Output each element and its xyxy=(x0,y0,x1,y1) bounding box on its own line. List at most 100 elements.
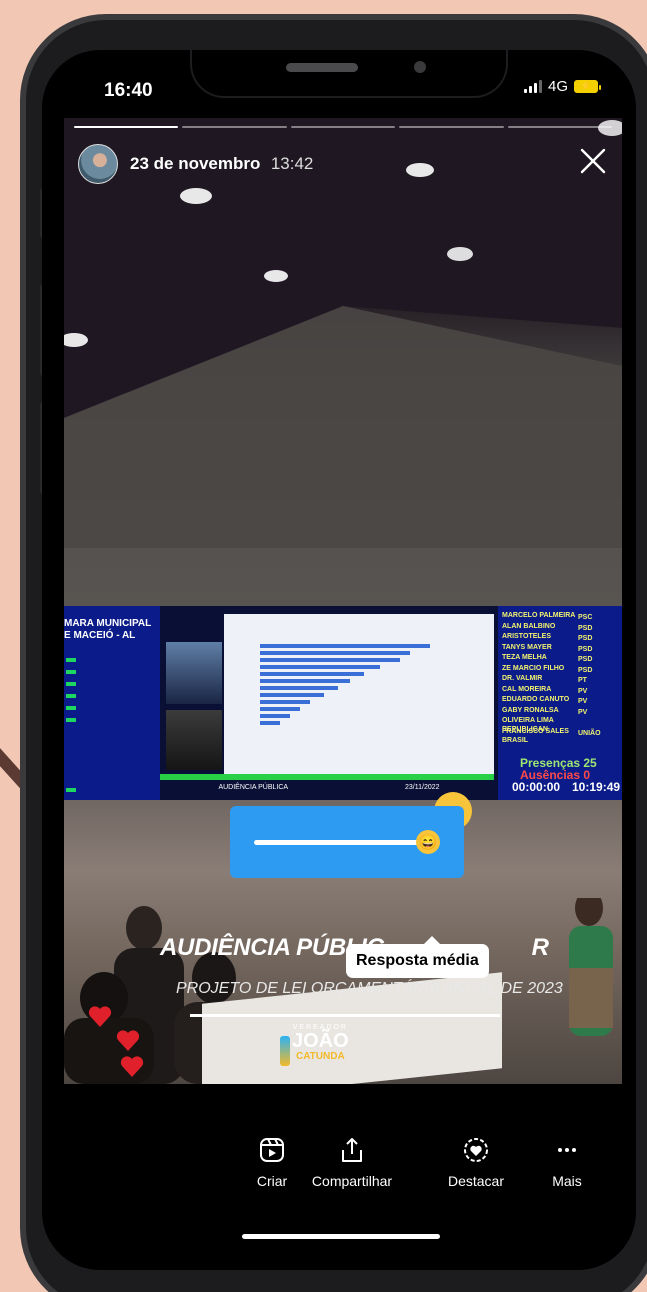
story-headline-tail: R xyxy=(531,934,549,961)
slider-emoji-handle[interactable]: 😄 xyxy=(416,830,440,854)
status-bar-green xyxy=(66,788,76,792)
speaker xyxy=(286,63,358,72)
council-member-name: FRANCISCO SALES xyxy=(502,727,569,735)
council-member-row: GABY RONALSA PV xyxy=(502,707,587,716)
slide-bar-chart xyxy=(260,644,430,728)
signal-icon xyxy=(523,80,542,93)
logo-name: JOÃO xyxy=(292,1030,349,1052)
status-bar-green xyxy=(66,694,76,698)
council-member-name: ZÉ MÁRCIO FILHO xyxy=(502,664,565,672)
council-member-party: PV xyxy=(578,708,588,716)
status-bar-green xyxy=(66,658,76,662)
share-icon xyxy=(342,1138,362,1162)
highlight-button[interactable]: Destacar xyxy=(436,1136,516,1189)
average-response-tooltip: Resposta média xyxy=(346,936,489,978)
council-member-name: GABY RONALSA xyxy=(502,706,559,714)
council-member-name: OLIVEIRA LIMA xyxy=(502,717,554,724)
council-member-row: TEZA MELHA PSD xyxy=(502,654,592,663)
video-wall-screen: MARA MUNICIPAL E MACEIÓ - AL MARCELO PAL… xyxy=(64,606,622,800)
story-subline: PROJETO DE LEI ORÇAMENTÁRIA ANUAL DE 202… xyxy=(176,980,563,997)
status-time: 16:40 xyxy=(104,80,153,101)
more-button[interactable]: Mais xyxy=(542,1136,592,1189)
council-member-name: CAL MOREIRA xyxy=(502,685,552,693)
story-date: 23 de novembro xyxy=(130,154,261,173)
council-member-row: ZÉ MÁRCIO FILHO PSD xyxy=(502,665,592,674)
create-label: Criar xyxy=(256,1173,288,1189)
council-member-row: CAL MOREIRA PV xyxy=(502,686,587,695)
council-member-name: ARISTÓTELES xyxy=(502,633,552,640)
battery-charging-icon: ⚡ xyxy=(574,80,601,93)
council-member-name: DR. VALMIR xyxy=(502,675,543,682)
council-member-row: DR. VALMIR PT xyxy=(502,675,587,684)
panel-left: MARA MUNICIPAL E MACEIÓ - AL xyxy=(64,606,160,800)
council-member-name: EDUARDO CANUTO xyxy=(502,696,570,703)
story-progress xyxy=(74,126,613,128)
phone-screen: 16:40 4G ⚡ 23 de novembro 13:42 MARA MUN… xyxy=(42,50,636,1270)
council-member-party: PV xyxy=(578,698,588,705)
story-header: 23 de novembro 13:42 xyxy=(78,144,313,184)
status-bar-green xyxy=(66,718,76,722)
council-member-party: PSD xyxy=(578,656,593,663)
council-member-party: PV xyxy=(578,687,588,695)
council-member-row: FRANCISCO SALES UNIÃO BRASIL xyxy=(502,728,622,744)
share-button[interactable]: Compartilhar xyxy=(300,1136,404,1189)
council-member-party: PSD xyxy=(578,645,593,653)
story-viewer[interactable]: 23 de novembro 13:42 MARA MUNICIPAL E MA… xyxy=(64,118,622,1084)
more-dots-icon xyxy=(558,1148,576,1152)
council-member-party: PT xyxy=(578,677,587,684)
council-member-party: PSC xyxy=(578,614,593,621)
session-clock-right: 10:19:49 xyxy=(572,780,621,794)
council-member-row: TANYS MAYER PSD xyxy=(502,644,592,653)
progress-segment xyxy=(182,126,287,128)
council-member-row: ALAN BALBINO PSD xyxy=(502,623,592,632)
progress-segment xyxy=(507,126,613,128)
council-member-party: PSD xyxy=(578,666,593,674)
sign-language-video-feed xyxy=(166,710,222,770)
logo-mark xyxy=(280,1036,290,1066)
progress-segment xyxy=(290,126,396,128)
emoji-slider-sticker[interactable]: 😄 xyxy=(230,806,464,878)
council-member-name: TANYS MAYER xyxy=(502,643,552,651)
logo-surname: CATUNDA xyxy=(295,1051,345,1062)
council-member-party: PSD xyxy=(578,635,593,642)
council-member-name: TEZA MELHA xyxy=(502,654,547,661)
progress-segment xyxy=(399,126,504,128)
create-button[interactable]: Criar xyxy=(242,1136,302,1189)
vereador-logo: VEREADOR JOÃO CATUNDA xyxy=(280,1024,349,1066)
screen-footer-label: AUDIÊNCIA PÚBLICA xyxy=(218,783,289,791)
story-time: 13:42 xyxy=(270,154,314,173)
more-label: Mais xyxy=(552,1173,582,1189)
presentation-slide xyxy=(224,614,494,774)
heart-reaction-icon xyxy=(116,1030,140,1051)
heart-reaction-icon xyxy=(120,1056,144,1077)
close-icon[interactable] xyxy=(578,146,608,176)
status-bar-green xyxy=(66,706,76,710)
council-member-name: ALAN BALBINO xyxy=(502,622,556,630)
page: 16:40 4G ⚡ 23 de novembro 13:42 MARA MUN… xyxy=(0,0,647,1292)
council-member-row: ARISTÓTELES PSD xyxy=(502,633,592,642)
network-type: 4G xyxy=(547,78,568,95)
screen-footer-date: 23/11/2022 xyxy=(405,783,440,791)
status-icons: 4G ⚡ xyxy=(523,78,601,95)
heart-reaction-icon xyxy=(88,1006,112,1027)
council-member-row: EDUARDO CANUTO PV xyxy=(502,696,587,705)
progress-segment xyxy=(74,126,179,128)
home-indicator[interactable] xyxy=(242,1234,440,1239)
reels-create-icon xyxy=(260,1138,284,1162)
speaker-video-feed xyxy=(166,642,222,704)
avatar[interactable] xyxy=(78,144,118,184)
session-clock-left: 00:00:00 xyxy=(512,780,561,794)
council-member-row: MARCELO PALMEIRA PSC xyxy=(502,612,592,621)
front-camera xyxy=(414,61,426,73)
highlight-heart-icon xyxy=(464,1138,488,1162)
share-label: Compartilhar xyxy=(311,1173,393,1189)
council-member-name: MARCELO PALMEIRA xyxy=(502,612,576,619)
highlight-label: Destacar xyxy=(447,1173,505,1189)
slider-track xyxy=(254,840,422,845)
status-bar-green xyxy=(66,682,76,686)
notch xyxy=(190,50,508,98)
panel-title: MARA MUNICIPAL E MACEIÓ - AL xyxy=(64,618,152,641)
divider xyxy=(190,1014,500,1017)
status-bar-green xyxy=(66,670,76,674)
council-member-party: PSD xyxy=(578,624,593,632)
